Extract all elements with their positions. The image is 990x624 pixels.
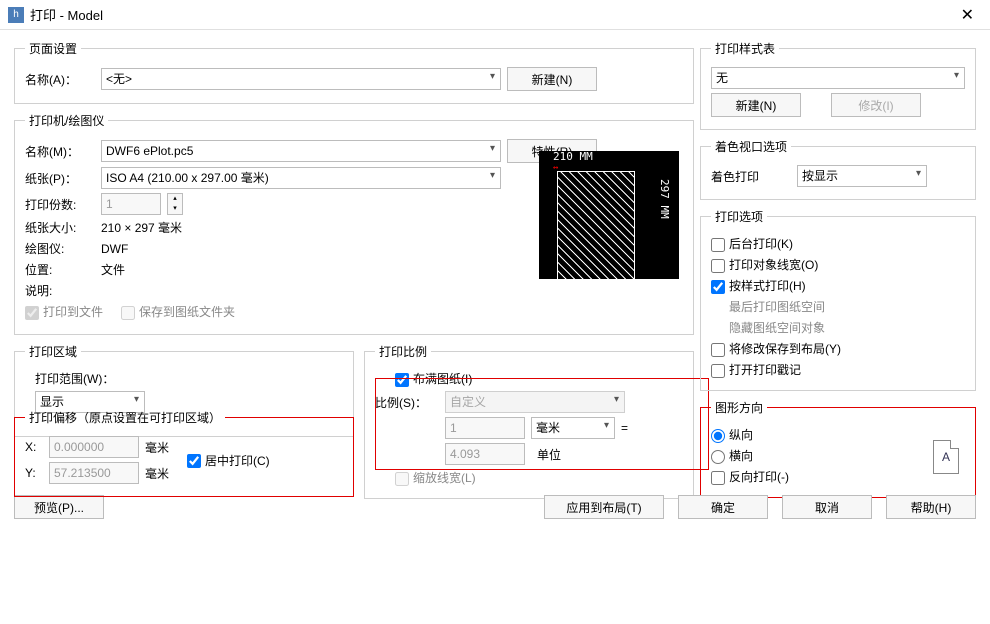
scale-num1 (445, 417, 525, 439)
print-scale-group: 打印比例 布满图纸(I) 比例(S)： 自定义 毫米 = (364, 343, 694, 499)
center-checkbox[interactable] (187, 454, 201, 468)
offset-y-label: Y: (25, 466, 43, 480)
preview-paper-icon (557, 171, 635, 281)
title-bar: h 打印 - Model ✕ (0, 0, 990, 30)
page-setup-legend: 页面设置 (25, 40, 81, 57)
scale-num2 (445, 443, 525, 465)
printer-group: 打印机/绘图仪 名称(M)： DWF6 ePlot.pc5 特性(R) 纸张(P… (14, 112, 694, 335)
page-setup-group: 页面设置 名称(A)： <无> 新建(N) (14, 40, 694, 104)
ratio-label: 比例(S)： (375, 394, 439, 411)
opt-lw[interactable]: 打印对象线宽(O) (711, 256, 818, 273)
center-option[interactable]: 居中打印(C) (187, 452, 270, 469)
preview-width-label: 210 MM (553, 150, 593, 163)
shade-label: 着色打印 (711, 168, 791, 185)
size-value: 210 × 297 毫米 (101, 219, 182, 236)
opt-bystyle[interactable]: 按样式打印(H) (711, 277, 806, 294)
scale-lw-checkbox (395, 472, 409, 486)
viewport-group: 着色视口选项 着色打印 按显示 (700, 138, 976, 200)
orient-portrait[interactable]: 纵向 (711, 426, 753, 443)
plotter-label: 绘图仪: (25, 240, 95, 257)
plotter-value: DWF (101, 242, 128, 256)
ratio-select: 自定义 (445, 391, 625, 413)
paper-select[interactable]: ISO A4 (210.00 x 297.00 毫米) (101, 167, 501, 189)
offset-x-input (49, 436, 139, 458)
scope-label: 打印范围(W)： (35, 370, 114, 387)
orient-reverse[interactable]: 反向打印(-) (711, 468, 789, 485)
save-folder-checkbox (121, 306, 135, 320)
desc-label: 说明: (25, 282, 95, 299)
offset-y-unit: 毫米 (145, 465, 169, 482)
style-edit-button: 修改(I) (831, 93, 921, 117)
fit-option[interactable]: 布满图纸(I) (395, 370, 472, 387)
size-label: 纸张大小: (25, 219, 95, 236)
printer-name-select[interactable]: DWF6 ePlot.pc5 (101, 140, 501, 162)
style-group: 打印样式表 无 新建(N) 修改(I) (700, 40, 976, 130)
paper-preview: 210 MM ↔ 297 MM (539, 151, 679, 279)
style-select[interactable]: 无 (711, 67, 965, 89)
print-to-file-checkbox (25, 306, 39, 320)
orient-legend: 图形方向 (711, 399, 767, 416)
opt-hide: 隐藏图纸空间对象 (729, 319, 825, 336)
help-button[interactable]: 帮助(H) (886, 495, 976, 519)
ok-button[interactable]: 确定 (678, 495, 768, 519)
print-to-file-option: 打印到文件 (25, 303, 103, 320)
options-group: 打印选项 后台打印(K) 打印对象线宽(O) 按样式打印(H) 最后打印图纸空间… (700, 208, 976, 391)
apply-button[interactable]: 应用到布局(T) (544, 495, 664, 519)
preview-height-label: 297 MM (658, 179, 671, 219)
scale-lw-option: 缩放线宽(L) (395, 469, 476, 486)
opt-last: 最后打印图纸空间 (729, 298, 825, 315)
viewport-legend: 着色视口选项 (711, 138, 791, 155)
cancel-button[interactable]: 取消 (782, 495, 872, 519)
page-name-select[interactable]: <无> (101, 68, 501, 90)
opt-bg[interactable]: 后台打印(K) (711, 235, 793, 252)
offset-x-label: X: (25, 440, 43, 454)
fit-checkbox[interactable] (395, 373, 409, 387)
page-name-label: 名称(A)： (25, 71, 95, 88)
preview-button[interactable]: 预览(P)... (14, 495, 104, 519)
offset-y-input (49, 462, 139, 484)
opt-save-layout[interactable]: 将修改保存到布局(Y) (711, 340, 841, 357)
area-legend: 打印区域 (25, 343, 81, 360)
orientation-group: 图形方向 纵向 横向 反向打印(-) A (700, 399, 976, 498)
copies-spinner[interactable]: ▴▾ (167, 193, 183, 215)
scale-legend: 打印比例 (375, 343, 431, 360)
copies-input (101, 193, 161, 215)
app-icon: h (8, 7, 24, 23)
offset-group: 打印偏移（原点设置在可打印区域） X: 毫米 Y: 毫米 居中打印(C) (14, 409, 354, 497)
save-folder-option: 保存到图纸文件夹 (121, 303, 235, 320)
opt-stamp[interactable]: 打开打印戳记 (711, 361, 801, 378)
options-legend: 打印选项 (711, 208, 767, 225)
style-new-button[interactable]: 新建(N) (711, 93, 801, 117)
scale-unit-label: 单位 (531, 446, 615, 463)
shade-select[interactable]: 按显示 (797, 165, 927, 187)
close-icon[interactable]: ✕ (953, 5, 982, 25)
copies-label: 打印份数: (25, 196, 95, 213)
offset-legend: 打印偏移（原点设置在可打印区域） (25, 409, 225, 426)
style-legend: 打印样式表 (711, 40, 779, 57)
scale-eq: = (621, 421, 628, 435)
paper-label: 纸张(P)： (25, 170, 95, 187)
location-label: 位置: (25, 261, 95, 278)
location-value: 文件 (101, 261, 125, 278)
document-icon: A (933, 440, 959, 474)
scale-unit-select[interactable]: 毫米 (531, 417, 615, 439)
offset-x-unit: 毫米 (145, 439, 169, 456)
printer-legend: 打印机/绘图仪 (25, 112, 108, 129)
window-title: 打印 - Model (30, 5, 103, 24)
orient-landscape[interactable]: 横向 (711, 447, 753, 464)
page-new-button[interactable]: 新建(N) (507, 67, 597, 91)
printer-name-label: 名称(M)： (25, 143, 95, 160)
